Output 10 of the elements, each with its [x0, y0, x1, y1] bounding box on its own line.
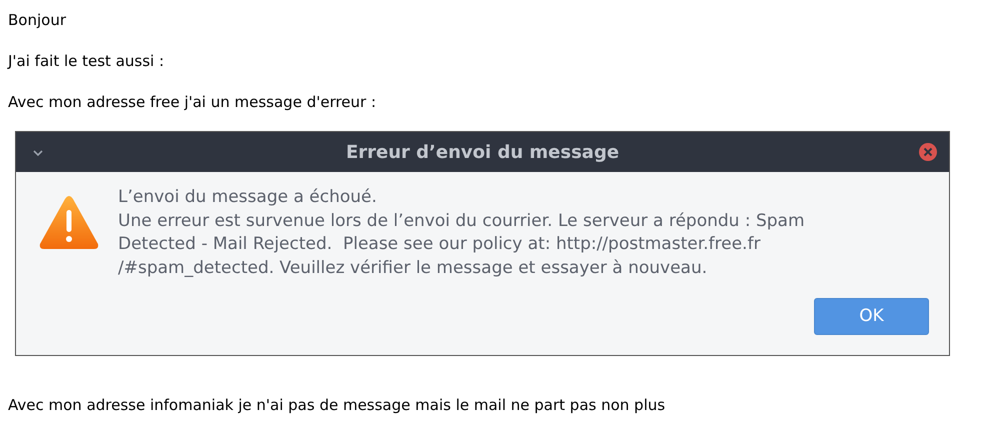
post-paragraph: Avec mon adresse free j'ai un message d'erreur :: [8, 92, 376, 113]
close-icon[interactable]: [918, 142, 938, 162]
ok-button[interactable]: OK: [814, 298, 929, 335]
error-message: L’envoi du message a échoué. Une erreur est survenue lors de l’envoi du courrier. Le serveur a répondu : Spam Detected - Mail Rejected. Please see our policy at: http://postmaster.free.fr /#spam_detected. Veuillez vérifier le message et essayer à nouveau.: [118, 186, 805, 280]
post-paragraph: Avec mon adresse infomaniak je n'ai pas de message mais le mail ne part pas non plus: [8, 395, 666, 416]
warning-icon: [38, 193, 100, 251]
chevron-down-icon[interactable]: [32, 149, 44, 157]
dialog-title: Erreur d’envoi du message: [346, 140, 620, 164]
post-paragraph: Bonjour: [8, 10, 66, 31]
post-paragraph: J'ai fait le test aussi :: [8, 51, 164, 72]
